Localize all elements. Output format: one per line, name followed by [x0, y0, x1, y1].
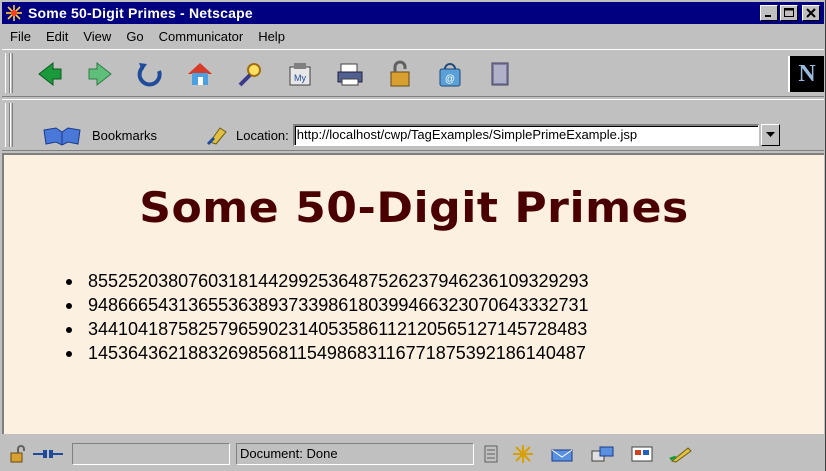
reload-icon [137, 63, 162, 87]
menu-communicator-label: Communicator [158, 29, 244, 44]
bookmarks-label: Bookmarks [92, 127, 158, 143]
component-bar-icon [484, 445, 498, 462]
menu-file[interactable]: File [2, 27, 38, 47]
svg-text:My: My [294, 73, 306, 83]
close-icon [806, 8, 816, 18]
forward-button[interactable] [82, 56, 118, 92]
home-icon [188, 63, 212, 85]
connection-status [32, 444, 64, 464]
stop-icon [491, 62, 509, 86]
status-text: Document: Done [236, 442, 474, 465]
menu-file-label: File [10, 29, 31, 44]
minimize-icon [765, 15, 771, 17]
shop-button[interactable]: @ [432, 56, 468, 92]
back-icon [38, 61, 62, 87]
component-bar [484, 444, 694, 464]
list-item: 8552520380760318144299253648752623794623… [66, 269, 589, 293]
shop-icon: @ [439, 63, 461, 87]
list-item: 1453643621883269856811549868311677187539… [66, 341, 589, 365]
print-button[interactable] [332, 56, 368, 92]
url-history-dropdown[interactable] [760, 124, 780, 146]
menu-bar: File Edit View Go Communicator Help [2, 27, 824, 47]
forward-icon [88, 61, 112, 87]
toolbar-grip[interactable] [5, 103, 13, 147]
location-label: Location: [236, 127, 289, 143]
window-title: Some 50-Digit Primes - Netscape [28, 5, 253, 21]
home-button[interactable] [182, 56, 218, 92]
security-status[interactable] [8, 444, 28, 464]
navigation-toolbar: My @ N [2, 49, 824, 97]
bookmarks-button[interactable]: Bookmarks [42, 124, 157, 146]
menu-help-label: Help [258, 29, 285, 44]
netscape-logo[interactable]: N [788, 56, 824, 92]
progress-panel [72, 442, 230, 465]
list-item: 3441041875825796590231405358611212056512… [66, 317, 589, 341]
netscape-app-icon [5, 4, 23, 22]
stop-button[interactable] [482, 56, 518, 92]
search-button[interactable] [232, 56, 268, 92]
title-bar[interactable]: Some 50-Digit Primes - Netscape [2, 2, 824, 24]
network-plug-icon [33, 449, 63, 458]
status-bar: Document: Done [2, 438, 824, 469]
toolbar-grip[interactable] [5, 53, 13, 93]
browser-window: Some 50-Digit Primes - Netscape File Edi… [0, 0, 826, 471]
my-netscape-icon: My [289, 63, 311, 86]
mail-icon[interactable] [548, 445, 576, 463]
maximize-icon [784, 8, 794, 17]
svg-text:@: @ [445, 74, 455, 85]
page-proxy-icon [206, 127, 227, 146]
prime-list: 8552520380760318144299253648752623794623… [66, 269, 589, 365]
composer-icon[interactable] [630, 445, 654, 463]
list-item: 9486665431365536389373398618039946632307… [66, 293, 589, 317]
edit-icon[interactable] [668, 445, 694, 463]
search-icon [238, 63, 261, 87]
window-controls [760, 5, 820, 21]
minimize-button[interactable] [760, 5, 778, 21]
security-button[interactable] [382, 56, 418, 92]
maximize-button[interactable] [780, 5, 798, 21]
page-title: Some 50-Digit Primes [139, 183, 689, 232]
reload-button[interactable] [132, 56, 168, 92]
menu-communicator[interactable]: Communicator [151, 27, 251, 47]
close-button[interactable] [802, 5, 820, 21]
discussion-icon[interactable] [590, 445, 616, 463]
menu-view-label: View [83, 29, 112, 44]
location-toolbar: Bookmarks Location: http://localhost/cwp… [2, 99, 824, 151]
menu-help[interactable]: Help [250, 27, 292, 47]
menu-view[interactable]: View [75, 27, 118, 47]
print-icon [337, 63, 363, 86]
menu-go[interactable]: Go [118, 27, 150, 47]
menu-edit[interactable]: Edit [38, 27, 75, 47]
url-input[interactable]: http://localhost/cwp/TagExamples/SimpleP… [292, 124, 759, 146]
location-bar: Location: http://localhost/cwp/TagExampl… [206, 124, 780, 146]
menu-edit-label: Edit [45, 29, 69, 44]
my-netscape-button[interactable]: My [282, 56, 318, 92]
navigator-icon[interactable] [512, 444, 534, 464]
security-icon [390, 60, 410, 87]
bookmarks-icon [43, 127, 81, 146]
chevron-down-icon [765, 132, 775, 137]
unlocked-padlock-icon [10, 444, 25, 462]
menu-go-label: Go [126, 29, 144, 44]
page-content: Some 50-Digit Primes 8552520380760318144… [2, 153, 824, 434]
back-button[interactable] [32, 56, 68, 92]
